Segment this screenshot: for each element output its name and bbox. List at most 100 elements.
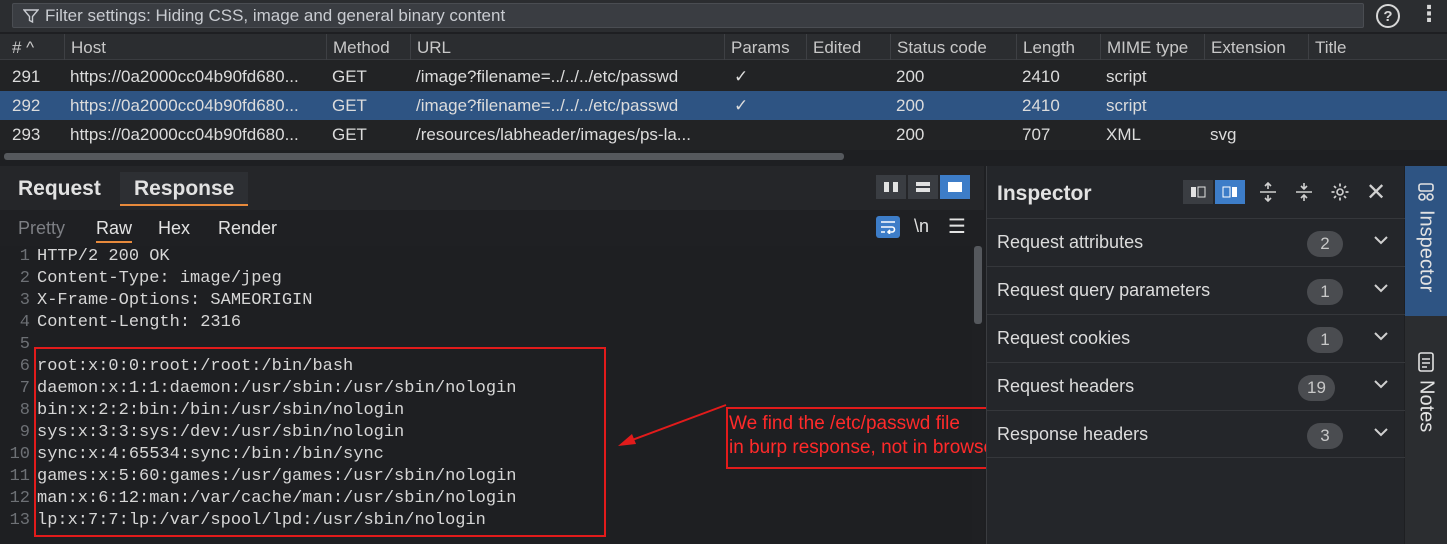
col-method[interactable]: Method bbox=[326, 34, 410, 60]
split-horizontal-button[interactable] bbox=[908, 175, 938, 199]
side-tab-inspector[interactable]: Inspector bbox=[1405, 166, 1447, 316]
col-host[interactable]: Host bbox=[64, 34, 326, 60]
cell-host: https://0a2000cc04b90fd680... bbox=[70, 96, 299, 115]
panel-left-icon bbox=[1191, 186, 1206, 198]
editor-vertical-scrollbar[interactable] bbox=[974, 246, 982, 324]
inspector-toolbar: ✕ bbox=[1183, 179, 1391, 206]
inspector-icon bbox=[1418, 183, 1434, 201]
columns-icon bbox=[884, 182, 898, 192]
line-number: 6 bbox=[19, 357, 30, 376]
rows-icon bbox=[916, 182, 930, 192]
line-text: Content-Length: 2316 bbox=[37, 313, 242, 332]
side-tab-notes-label: Notes bbox=[1415, 380, 1438, 433]
filter-icon bbox=[23, 8, 39, 23]
http-history-table: # ^ Host Method URL Params Edited Status… bbox=[0, 34, 1447, 150]
cell-status: 200 bbox=[896, 96, 925, 115]
filter-settings-bar[interactable]: Filter settings: Hiding CSS, image and g… bbox=[12, 3, 1364, 28]
table-row[interactable]: 291 https://0a2000cc04b90fd680... GET /i… bbox=[0, 62, 1447, 91]
subtab-hex[interactable]: Hex bbox=[158, 218, 190, 239]
show-newlines-button[interactable]: \n bbox=[914, 216, 929, 237]
section-count-badge: 1 bbox=[1307, 279, 1343, 305]
cell-host: https://0a2000cc04b90fd680... bbox=[70, 125, 299, 144]
tab-request[interactable]: Request bbox=[4, 172, 115, 206]
line-number: 2 bbox=[19, 269, 30, 288]
params-check-icon: ✓ bbox=[734, 96, 749, 115]
line-number: 11 bbox=[9, 467, 30, 486]
notes-icon bbox=[1418, 352, 1434, 372]
single-view-button[interactable] bbox=[940, 175, 970, 199]
cell-status: 200 bbox=[896, 125, 925, 144]
filter-bar: Filter settings: Hiding CSS, image and g… bbox=[0, 0, 1447, 32]
inspector-section-response-headers[interactable]: Response headers 3 bbox=[987, 410, 1405, 458]
passwd-highlight-box bbox=[34, 347, 606, 537]
line-number: 4 bbox=[19, 313, 30, 332]
panel-right-icon bbox=[1222, 186, 1237, 198]
side-tab-notes[interactable]: Notes bbox=[1405, 352, 1447, 462]
cell-number: 292 bbox=[12, 96, 41, 115]
col-title[interactable]: Title bbox=[1308, 34, 1447, 60]
inspector-section-request-attributes[interactable]: Request attributes 2 bbox=[987, 218, 1405, 266]
cell-method: GET bbox=[332, 67, 367, 86]
chevron-down-icon bbox=[1374, 428, 1388, 437]
inspector-layout-left-button[interactable] bbox=[1183, 180, 1213, 204]
col-edited[interactable]: Edited bbox=[806, 34, 890, 60]
filter-settings-text: Filter settings: Hiding CSS, image and g… bbox=[45, 5, 506, 25]
subtab-render[interactable]: Render bbox=[218, 218, 277, 239]
col-mime-type[interactable]: MIME type bbox=[1100, 34, 1204, 60]
settings-gear-icon[interactable] bbox=[1325, 180, 1355, 204]
wrap-icon bbox=[881, 221, 896, 234]
col-params[interactable]: Params bbox=[724, 34, 806, 60]
cell-method: GET bbox=[332, 125, 367, 144]
inspector-section-request-headers[interactable]: Request headers 19 bbox=[987, 362, 1405, 410]
section-count-badge: 3 bbox=[1307, 423, 1343, 449]
annotation-line-1: We find the /etc/passwd file bbox=[729, 413, 960, 434]
inspector-panel: Inspector ✕ Request attributes 2 Request… bbox=[986, 166, 1405, 544]
section-label: Response headers bbox=[997, 424, 1149, 444]
cell-number: 293 bbox=[12, 125, 41, 144]
subtab-pretty[interactable]: Pretty bbox=[18, 218, 65, 239]
table-row[interactable]: 293 https://0a2000cc04b90fd680... GET /r… bbox=[0, 120, 1447, 149]
split-vertical-button[interactable] bbox=[876, 175, 906, 199]
inspector-layout-right-button[interactable] bbox=[1215, 180, 1245, 204]
table-horizontal-scrollbar[interactable] bbox=[4, 153, 844, 160]
annotation-arrow-icon bbox=[618, 404, 727, 446]
col-number[interactable]: # ^ bbox=[6, 34, 64, 60]
word-wrap-button[interactable] bbox=[876, 216, 900, 238]
line-number: 9 bbox=[19, 423, 30, 442]
more-options-icon[interactable]: ⋮ bbox=[1418, 3, 1440, 28]
subtab-raw[interactable]: Raw bbox=[96, 218, 133, 243]
section-label: Request attributes bbox=[997, 232, 1144, 252]
inspector-section-request-cookies[interactable]: Request cookies 1 bbox=[987, 314, 1405, 362]
line-number: 3 bbox=[19, 291, 30, 310]
section-label: Request cookies bbox=[997, 328, 1131, 348]
table-header: # ^ Host Method URL Params Edited Status… bbox=[0, 34, 1447, 60]
cell-length: 2410 bbox=[1022, 96, 1060, 115]
cell-url: /image?filename=../../../etc/passwd bbox=[416, 67, 679, 86]
table-row-selected[interactable]: 292 https://0a2000cc04b90fd680... GET /i… bbox=[0, 91, 1447, 120]
help-icon[interactable]: ? bbox=[1376, 4, 1400, 28]
col-length[interactable]: Length bbox=[1016, 34, 1100, 60]
line-number: 12 bbox=[9, 489, 30, 508]
col-status-code[interactable]: Status code bbox=[890, 34, 1016, 60]
section-label: Request query parameters bbox=[997, 280, 1211, 300]
cell-method: GET bbox=[332, 96, 367, 115]
section-count-badge: 2 bbox=[1307, 231, 1343, 257]
chevron-down-icon bbox=[1374, 284, 1388, 293]
inspector-section-query-parameters[interactable]: Request query parameters 1 bbox=[987, 266, 1405, 314]
cell-length: 707 bbox=[1022, 125, 1051, 144]
line-number: 13 bbox=[9, 511, 30, 530]
side-tab-inspector-label: Inspector bbox=[1415, 210, 1438, 293]
tab-response[interactable]: Response bbox=[120, 172, 249, 206]
section-count-badge: 19 bbox=[1298, 375, 1335, 401]
line-number: 5 bbox=[19, 335, 30, 354]
hamburger-menu-icon[interactable]: ☰ bbox=[948, 214, 966, 239]
chevron-down-icon bbox=[1374, 236, 1388, 245]
close-icon[interactable]: ✕ bbox=[1361, 179, 1391, 206]
col-extension[interactable]: Extension bbox=[1204, 34, 1308, 60]
collapse-all-icon[interactable] bbox=[1289, 180, 1319, 204]
cell-length: 2410 bbox=[1022, 67, 1060, 86]
section-count-badge: 1 bbox=[1307, 327, 1343, 353]
cell-host: https://0a2000cc04b90fd680... bbox=[70, 67, 299, 86]
expand-all-icon[interactable] bbox=[1253, 180, 1283, 204]
col-url[interactable]: URL bbox=[410, 34, 724, 60]
